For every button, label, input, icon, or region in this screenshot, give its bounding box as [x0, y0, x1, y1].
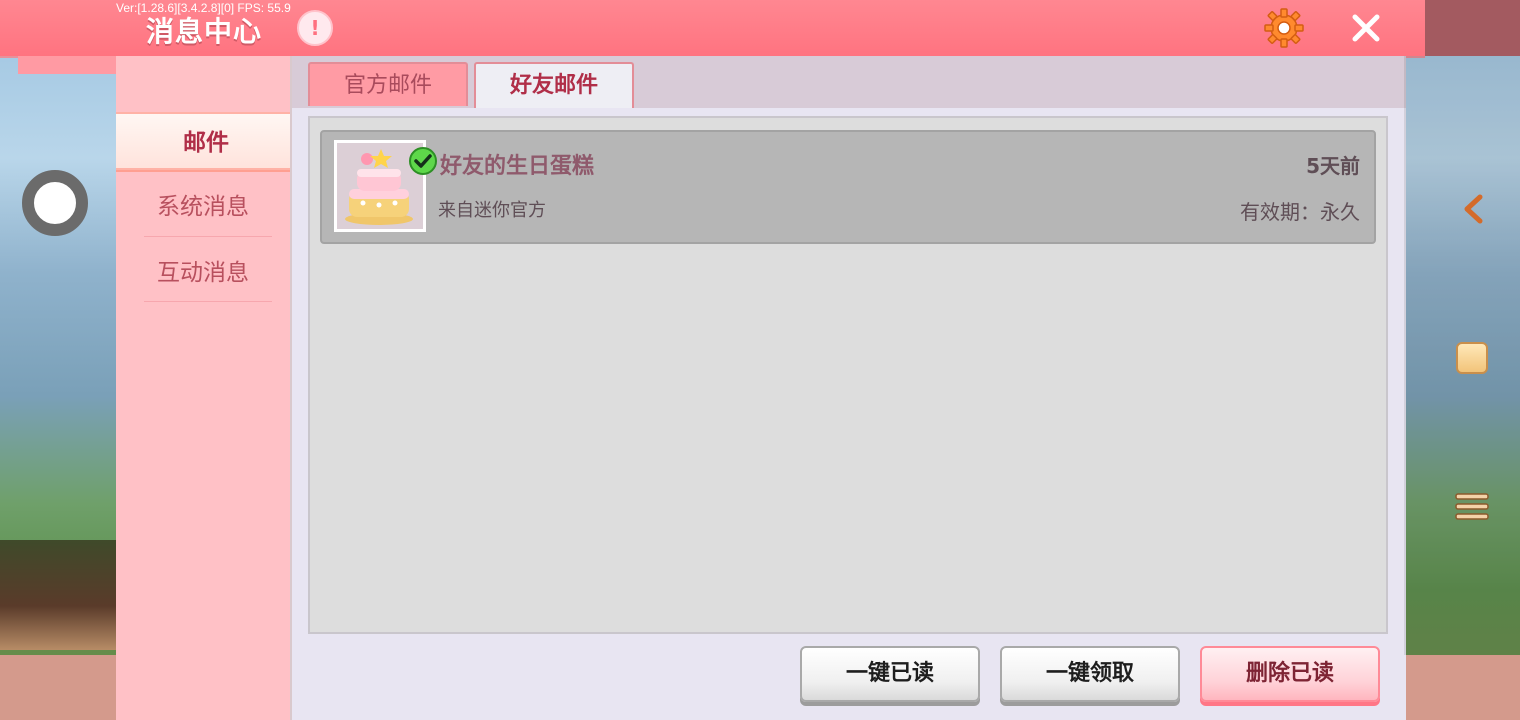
mail-tab-bar: 官方邮件 好友邮件 — [292, 56, 1406, 108]
background-ground-right — [1404, 655, 1520, 720]
claimed-check-icon — [409, 147, 437, 175]
sidebar-item-interaction-messages[interactable]: 互动消息 — [116, 244, 290, 302]
read-all-button[interactable]: 一键已读 — [800, 646, 980, 702]
mail-list: 好友的生日蛋糕 来自迷你官方 5天前 有效期：永久 — [308, 116, 1388, 634]
sidebar-divider — [144, 236, 272, 237]
background-ground-left — [0, 655, 120, 720]
alert-icon[interactable]: ! — [297, 10, 333, 46]
message-center-header: Ver:[1.28.6][3.4.2.8][0] FPS: 55.9 消息中心 … — [0, 0, 1425, 58]
sidebar: 邮件 系统消息 互动消息 — [116, 56, 298, 720]
mail-list-item[interactable]: 好友的生日蛋糕 来自迷你官方 5天前 有效期：永久 — [320, 130, 1376, 244]
claim-all-button[interactable]: 一键领取 — [1000, 646, 1180, 702]
delete-read-button[interactable]: 删除已读 — [1200, 646, 1380, 702]
page-title: 消息中心 — [146, 15, 263, 48]
sidebar-item-mail[interactable]: 邮件 — [116, 112, 298, 170]
mail-sender: 来自迷你官方 — [438, 200, 546, 221]
sidebar-top-strip — [18, 56, 116, 74]
gear-icon[interactable] — [1264, 8, 1304, 48]
background-terrain — [0, 540, 120, 650]
chevron-left-icon[interactable] — [1460, 194, 1486, 224]
sidebar-divider — [144, 301, 272, 302]
mail-expiry: 有效期：永久 — [1240, 200, 1360, 224]
close-icon[interactable] — [1350, 12, 1382, 44]
tab-official-mail[interactable]: 官方邮件 — [308, 62, 468, 106]
mail-panel: 官方邮件 好友邮件 好友的生日蛋糕 来自迷你官方 5天前 有效期：永久 一键已读… — [290, 56, 1406, 720]
menu-icon[interactable] — [1455, 492, 1489, 522]
home-square-icon[interactable] — [1456, 342, 1488, 374]
joystick-icon[interactable] — [22, 170, 88, 236]
mail-title: 好友的生日蛋糕 — [440, 154, 595, 179]
sidebar-item-system-messages[interactable]: 系统消息 — [116, 178, 290, 236]
mail-timestamp: 5天前 — [1306, 154, 1360, 178]
tab-friend-mail[interactable]: 好友邮件 — [474, 62, 634, 108]
birthday-cake-icon — [334, 140, 437, 232]
header-right-edge — [1425, 0, 1520, 56]
